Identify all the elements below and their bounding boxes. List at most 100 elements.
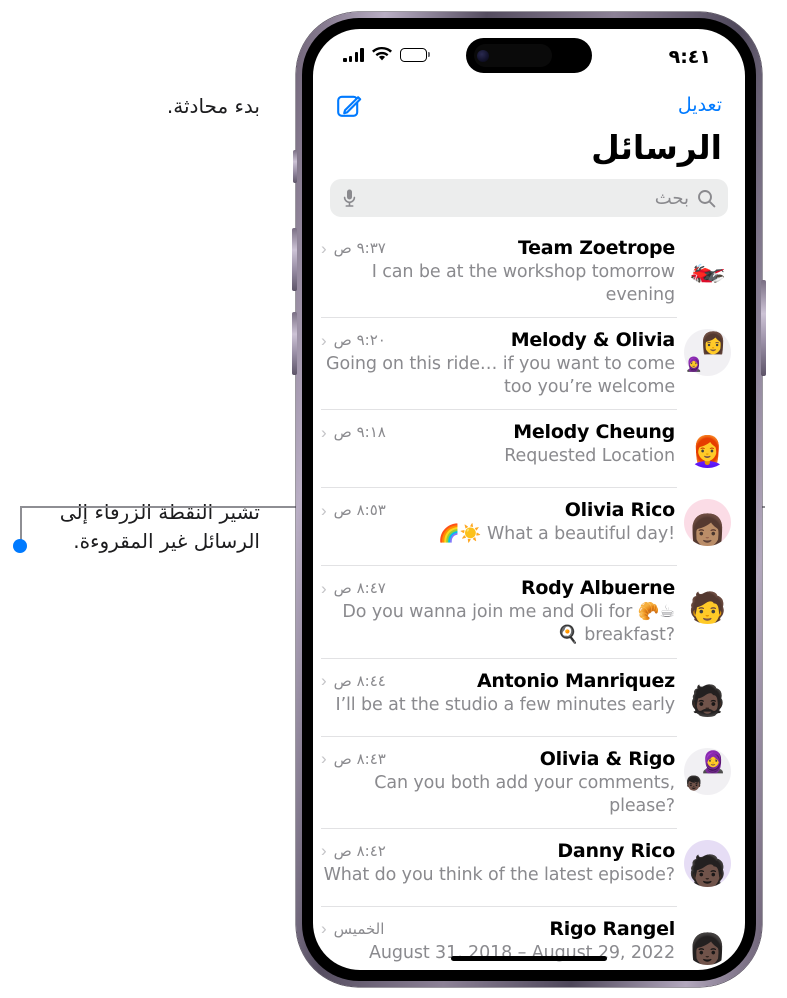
navigation-bar: تعديل — [313, 83, 745, 125]
conversation-header: Team Zoetrope ٩:٣٧ ص ‹ — [321, 237, 675, 259]
conversation-name: Olivia Rico — [564, 499, 675, 522]
conversation-header: Olivia & Rigo ٨:٤٣ ص ‹ — [321, 748, 675, 770]
page-title: الرسائل — [591, 128, 722, 167]
volume-down-button[interactable] — [292, 312, 297, 375]
compose-icon[interactable] — [336, 91, 364, 119]
conversation-name: Danny Rico — [557, 839, 675, 862]
search-icon — [697, 189, 716, 208]
chevron-left-icon[interactable]: ‹ — [321, 920, 327, 937]
antonio-manriquez-avatar[interactable]: 🧔🏿 — [684, 669, 731, 717]
danny-rico-avatar[interactable]: 🧑🏿 — [684, 839, 731, 887]
conversation-timestamp: الخميس — [333, 919, 385, 938]
edit-button[interactable]: تعديل — [678, 94, 722, 116]
conversation-row[interactable]: 🏍️ Team Zoetrope ٩:٣٧ ص ‹ I can be at the wo… — [313, 226, 745, 319]
conversation-name: Antonio Manriquez — [476, 669, 675, 692]
rigo-rangel-avatar[interactable]: 👩🏿 — [684, 917, 731, 965]
conversation-preview: August 31, 2018 – August 29, 2022 — [368, 942, 675, 963]
conversation-name: Rigo Rangel — [549, 917, 675, 940]
avatar-member-secondary: 🧕 — [685, 356, 703, 373]
conversation-preview: I can be at the workshop tomorrow evenin… — [371, 262, 675, 306]
power-button[interactable] — [761, 280, 766, 376]
conversation-header: Olivia Rico ٨:٥٣ ص ‹ — [321, 499, 675, 521]
conversation-body: Melody & Olivia ٩:٢٠ ص ‹ Going on this ride… — [321, 329, 675, 399]
front-camera-icon — [477, 49, 489, 62]
conversation-timestamp: ٨:٤٧ ص — [333, 579, 386, 598]
callout-compose-label: بدء محادثة. — [166, 94, 260, 118]
conversation-header: Antonio Manriquez ٨:٤٤ ص ‹ — [321, 670, 675, 692]
conversation-preview: I’ll be at the studio a few minutes earl… — [335, 694, 676, 715]
chevron-left-icon[interactable]: ‹ — [321, 424, 327, 441]
chevron-left-icon[interactable]: ‹ — [321, 332, 327, 349]
conversation-row[interactable]: 🧑🏿 Danny Rico ٨:٤٢ ص ‹ What do you think of … — [313, 829, 745, 907]
wifi-icon — [371, 46, 392, 62]
status-bar-icons — [343, 46, 431, 62]
conversation-name: Rody Albuerne — [520, 577, 675, 600]
chevron-left-icon[interactable]: ‹ — [321, 672, 327, 689]
search-input[interactable]: بحث — [330, 179, 728, 217]
chevron-left-icon[interactable]: ‹ — [321, 842, 327, 859]
chevron-left-icon[interactable]: ‹ — [321, 502, 327, 519]
olivia-rico-avatar[interactable]: 👩🏽 — [684, 499, 731, 547]
conversation-body: Danny Rico ٨:٤٢ ص ‹ What do you think of th… — [321, 840, 675, 887]
unread-indicator-dot — [13, 539, 27, 553]
chevron-left-icon[interactable]: ‹ — [321, 750, 327, 767]
status-bar-clock: ٩:٤١ — [668, 46, 711, 68]
silent-switch-button[interactable] — [293, 150, 297, 183]
conversation-body: Team Zoetrope ٩:٣٧ ص ‹ I can be at the work… — [321, 237, 675, 307]
avatar-member-secondary: 👦🏿 — [685, 774, 703, 791]
conversation-header: Melody & Olivia ٩:٢٠ ص ‹ — [321, 329, 675, 351]
conversation-row[interactable]: 👩‍🦰 Melody Cheung ٩:١٨ ص ‹ Requested Locatio… — [313, 410, 745, 489]
iphone-screen: ٩:٤١ تعديل الرسائل بحث 🏍️ Team Zoetrope … — [313, 29, 745, 970]
conversation-timestamp: ٨:٤٢ ص — [333, 841, 386, 860]
conversation-preview: Requested Location — [504, 446, 675, 467]
rody-albuerne-avatar[interactable]: 🧑 — [684, 577, 731, 625]
conversation-row[interactable]: 👩🏽 Olivia Rico ٨:٥٣ ص ‹ 🌈☀️ What a beautiful… — [313, 488, 745, 567]
conversation-header: Rigo Rangel الخميس ‹ — [321, 918, 675, 940]
conversation-name: Melody Cheung — [513, 421, 675, 444]
volume-up-button[interactable] — [292, 228, 297, 291]
conversation-row[interactable]: 🧕 👦🏿 Olivia & Rigo ٨:٤٣ ص ‹ Can you both add … — [313, 737, 745, 829]
iphone-frame: ٩:٤١ تعديل الرسائل بحث 🏍️ Team Zoetrope … — [292, 12, 766, 987]
conversation-timestamp: ٨:٤٣ ص — [333, 749, 386, 768]
conversation-header: Danny Rico ٨:٤٢ ص ‹ — [321, 840, 675, 862]
conversation-name: Melody & Olivia — [510, 329, 676, 352]
cellular-signal-icon — [343, 47, 364, 62]
conversation-body: Antonio Manriquez ٨:٤٤ ص ‹ I’ll be at the s… — [321, 670, 675, 717]
melody-olivia-avatar[interactable]: 👩 🧕 — [684, 329, 731, 377]
conversation-body: Olivia Rico ٨:٥٣ ص ‹ 🌈☀️ What a beautiful d… — [321, 499, 675, 546]
microphone-icon[interactable] — [342, 188, 357, 208]
conversation-header: Rody Albuerne ٨:٤٧ ص ‹ — [321, 577, 675, 599]
conversation-name: Olivia & Rigo — [539, 747, 676, 770]
conversation-body: Olivia & Rigo ٨:٤٣ ص ‹ Can you both add you… — [321, 748, 675, 818]
melody-cheung-avatar[interactable]: 👩‍🦰 — [684, 421, 731, 469]
search-container: بحث — [313, 179, 745, 226]
conversation-body: Rody Albuerne ٨:٤٧ ص ‹ Do you wanna join me… — [321, 577, 675, 647]
search-placeholder-text: بحث — [654, 187, 689, 209]
dynamic-island — [466, 38, 592, 73]
conversation-preview: Do you wanna join me and Oli for 🥐☕ 🍳 br… — [342, 602, 675, 646]
conversation-name: Team Zoetrope — [517, 237, 675, 259]
home-indicator[interactable] — [451, 955, 607, 961]
conversation-timestamp: ٨:٥٣ ص — [333, 501, 386, 520]
conversation-row[interactable]: 👩 🧕 Melody & Olivia ٩:٢٠ ص ‹ Going on this ri… — [313, 318, 745, 411]
conversation-preview: Can you both add your comments, please? — [374, 772, 675, 816]
avatar-member-primary: 👩 — [700, 332, 727, 356]
conversation-row[interactable]: 🧑 Rody Albuerne ٨:٤٧ ص ‹ Do you wanna join m… — [313, 566, 745, 659]
conversation-timestamp: ٨:٤٤ ص — [333, 671, 386, 690]
chevron-left-icon[interactable]: ‹ — [321, 240, 327, 257]
conversation-preview: Going on this ride… if you want to come … — [326, 354, 675, 398]
conversation-preview: What do you think of the latest episode? — [323, 864, 676, 885]
iphone-bezel: ٩:٤١ تعديل الرسائل بحث 🏍️ Team Zoetrope … — [292, 18, 766, 981]
conversation-list[interactable]: 🏍️ Team Zoetrope ٩:٣٧ ص ‹ I can be at the wo… — [313, 226, 745, 970]
conversation-row[interactable]: 🧔🏿 Antonio Manriquez ٨:٤٤ ص ‹ I’ll be at the… — [313, 659, 745, 737]
conversation-timestamp: ٩:٢٠ ص — [333, 331, 386, 350]
status-bar: ٩:٤١ — [313, 29, 745, 83]
olivia-rigo-avatar[interactable]: 🧕 👦🏿 — [684, 747, 731, 795]
avatar-member-primary: 🧕 — [700, 750, 727, 774]
conversation-body: Melody Cheung ٩:١٨ ص ‹ Requested Location — [321, 421, 675, 468]
conversation-preview: 🌈☀️ What a beautiful day! — [438, 524, 675, 545]
conversation-timestamp: ٩:٣٧ ص — [333, 239, 386, 257]
chevron-left-icon[interactable]: ‹ — [321, 580, 327, 597]
conversation-timestamp: ٩:١٨ ص — [333, 423, 386, 442]
team-zoetrope-avatar[interactable]: 🏍️ — [684, 237, 731, 284]
